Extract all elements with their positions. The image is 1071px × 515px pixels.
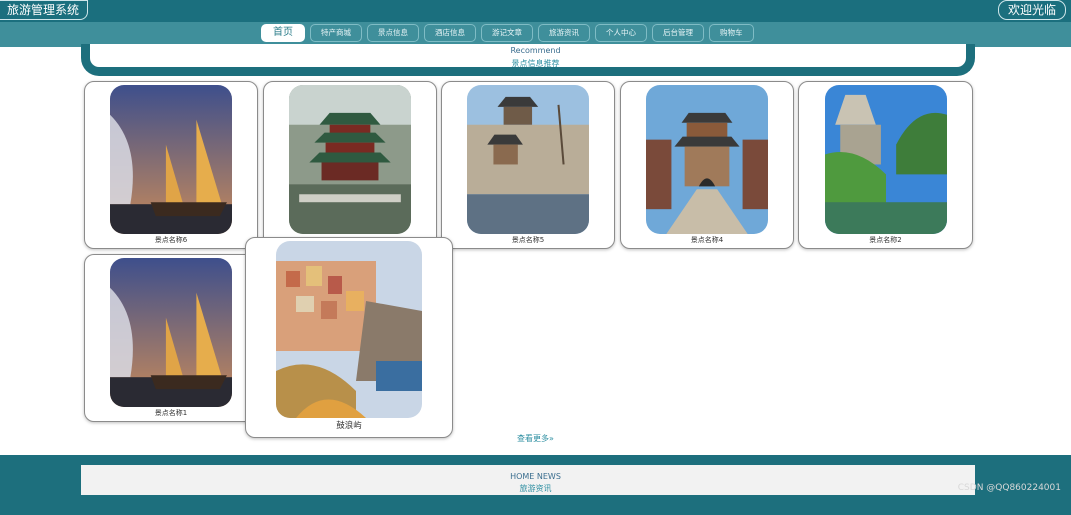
view-more-link[interactable]: 查看更多» (0, 433, 1071, 444)
recommend-title-en: Recommend (510, 46, 561, 55)
ancient-town-photo (646, 85, 768, 234)
site-title: 旅游管理系统 (0, 0, 89, 20)
news-title-en: HOME NEWS (510, 472, 561, 481)
nav-personal-center[interactable]: 个人中心 (595, 24, 647, 42)
attraction-card-gulangyu[interactable]: 鼓浪屿 (245, 237, 453, 438)
attraction-card-2[interactable]: 景点名称2 (798, 81, 973, 249)
nav-admin[interactable]: 后台管理 (652, 24, 704, 42)
nav-attractions[interactable]: 景点信息 (367, 24, 419, 42)
attraction-name: 景点名称2 (869, 236, 902, 244)
attraction-card-pavilion[interactable] (263, 81, 437, 249)
welcome-badge: 欢迎光临 (997, 0, 1066, 20)
cliff-village-photo (276, 241, 422, 418)
attraction-name: 鼓浪屿 (336, 421, 362, 431)
rock-mountain-photo (824, 85, 947, 234)
nav-travel-news[interactable]: 旅游资讯 (538, 24, 590, 42)
nav-cart[interactable]: 购物车 (709, 24, 754, 42)
attraction-card-4[interactable]: 景点名称4 (620, 81, 794, 249)
attraction-name: 景点名称1 (154, 409, 188, 417)
attraction-name: 景点名称4 (690, 236, 724, 244)
attraction-card-5[interactable]: 景点名称5 (441, 81, 615, 249)
top-bar (0, 0, 1071, 22)
news-title-cn: 旅游资讯 (519, 484, 552, 493)
attraction-name: 景点名称5 (511, 236, 545, 244)
sailboat-photo (110, 85, 232, 234)
main-nav: 首页 特产商城 景点信息 酒店信息 游记文章 旅游资讯 个人中心 后台管理 购物… (261, 24, 754, 42)
watermark: CSDN @QQ860224001 (957, 483, 1061, 493)
nav-home[interactable]: 首页 (261, 24, 305, 42)
recommend-title-cn: 景点信息推荐 (511, 59, 560, 68)
city-gate-photo (467, 85, 589, 234)
attraction-card-6[interactable]: 景点名称6 (84, 81, 258, 249)
sailboat-photo (110, 258, 232, 407)
attraction-card-1[interactable]: 景点名称1 (84, 254, 258, 422)
nav-specialty-mall[interactable]: 特产商城 (310, 24, 362, 42)
attraction-name: 景点名称6 (154, 236, 188, 244)
nav-travel-notes[interactable]: 游记文章 (481, 24, 533, 42)
nav-hotels[interactable]: 酒店信息 (424, 24, 476, 42)
pavilion-photo (289, 85, 411, 234)
